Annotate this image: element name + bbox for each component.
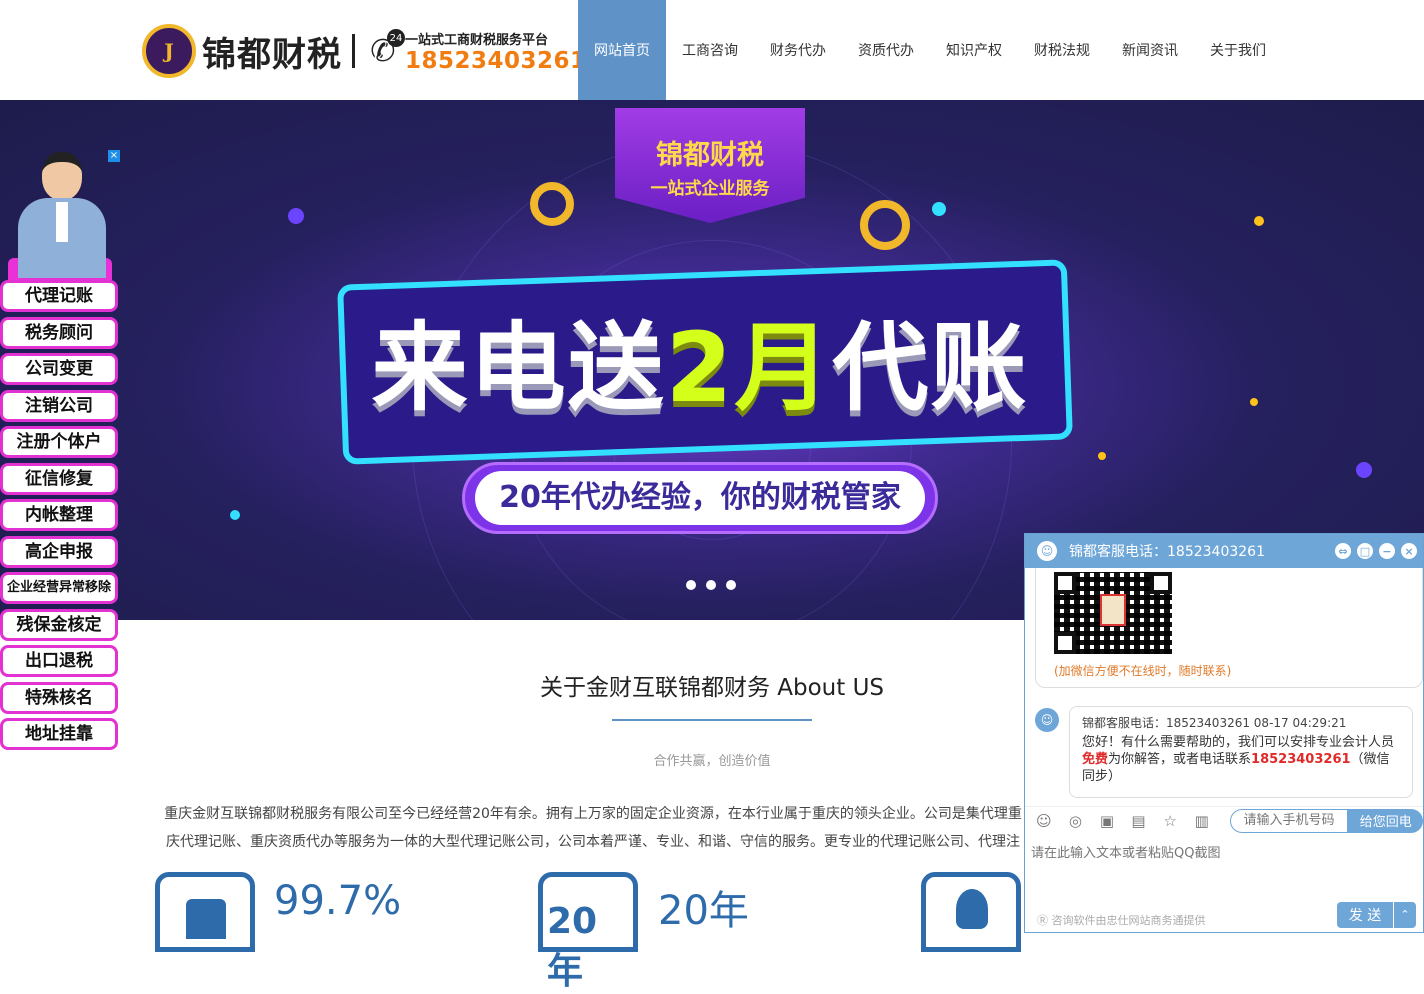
stat-years: 20年 — [658, 888, 749, 934]
message-meta: 锦都客服电话：18523403261 08-17 04:29:21 — [1082, 716, 1347, 730]
save-icon[interactable]: ▥ — [1191, 810, 1213, 832]
wechat-icon[interactable]: ◎ — [1065, 810, 1087, 832]
service-avatar-area: × — [0, 148, 122, 280]
float-item-bookkeeping[interactable]: 代理记账 — [0, 280, 118, 312]
chat-title: 锦都客服电话：18523403261 — [1069, 544, 1265, 560]
float-item-company-change[interactable]: 公司变更 — [0, 353, 118, 385]
headline-highlight: 2月 — [665, 312, 833, 424]
main-nav: 网站首页 工商咨询 财务代办 资质代办 知识产权 财税法规 新闻资讯 关于我们 — [578, 0, 1282, 100]
message-phone: 18523403261 — [1251, 752, 1351, 767]
float-item-anomaly-removal[interactable]: 企业经营异常移除 — [0, 572, 118, 604]
folder-icon[interactable]: ▤ — [1128, 810, 1150, 832]
star-icon[interactable]: ☆ — [1159, 810, 1181, 832]
spiral-decoration-icon — [530, 182, 574, 226]
agent-avatar-icon: ☺ — [1035, 708, 1059, 732]
qr-code-icon — [1054, 572, 1172, 654]
message-body: 您好！有什么需要帮助的，我们可以安排专业会计人员免费为你解答，或者电话联系185… — [1082, 735, 1395, 784]
spiral-decoration-icon — [860, 200, 910, 250]
logo-slogan: 一站式工商财税服务平台 18523403261 — [405, 29, 587, 74]
slogan-text: 一站式工商财税服务平台 — [405, 32, 549, 48]
chat-widget: ☺ 锦都客服电话：18523403261 ⇔ □ − × (加微信方便不在线时，… — [1024, 533, 1424, 933]
nav-finance-agency[interactable]: 财务代办 — [754, 0, 842, 100]
float-item-credit-repair[interactable]: 征信修复 — [0, 462, 118, 495]
confetti-dot — [932, 202, 946, 216]
ribbon-subtitle: 一站式企业服务 — [650, 178, 770, 199]
slider-dot[interactable] — [706, 580, 716, 590]
chat-message-input[interactable] — [1025, 836, 1423, 896]
about-description: 重庆金财互联锦都财税服务有限公司至今已经经营20年有余。拥有上万家的固定企业资源… — [164, 806, 1022, 850]
send-button[interactable]: 发 送 — [1337, 902, 1393, 928]
close-icon[interactable]: × — [108, 150, 120, 162]
free-highlight: 免费 — [1082, 752, 1109, 767]
nav-qualification-agency[interactable]: 资质代办 — [842, 0, 930, 100]
confetti-dot — [1254, 216, 1264, 226]
chat-toolbar: ☺ ◎ ▣ ▤ ☆ ▥ 给您回电 — [1025, 806, 1423, 834]
stat-satisfaction: 99.7% — [274, 878, 402, 924]
ribbon-title: 锦都财税 — [656, 139, 764, 171]
float-item-tax-advisor[interactable]: 税务顾问 — [0, 316, 118, 349]
confetti-dot — [1098, 452, 1106, 460]
provider-logo-icon: Ⓡ — [1037, 914, 1052, 927]
callback-button[interactable]: 给您回电 — [1348, 808, 1423, 833]
nav-business-consulting[interactable]: 工商咨询 — [666, 0, 754, 100]
float-item-individual-register[interactable]: 注册个体户 — [0, 426, 118, 458]
site-header: J 锦都财税 ✆ 24 一站式工商财税服务平台 18523403261 网站首页… — [0, 0, 1424, 100]
slider-dot[interactable] — [686, 580, 696, 590]
resize-icon[interactable]: ⇔ — [1335, 543, 1351, 559]
emoji-icon[interactable]: ☺ — [1033, 810, 1055, 832]
consultant-avatar — [18, 152, 106, 278]
float-item-internal-accounts[interactable]: 内帐整理 — [0, 499, 118, 531]
minimize-icon[interactable]: − — [1379, 543, 1395, 559]
slider-pagination — [686, 580, 736, 590]
confetti-dot — [1250, 398, 1258, 406]
subline-text: 20年代办经验，你的财税管家 — [475, 471, 925, 525]
nav-news[interactable]: 新闻资讯 — [1106, 0, 1194, 100]
chat-header[interactable]: ☺ 锦都客服电话：18523403261 ⇔ □ − × — [1025, 534, 1423, 568]
logo-name: 锦都财税 — [202, 34, 342, 75]
headline-part-3: 代账 — [832, 312, 1029, 424]
phone-icon: ✆ 24 — [365, 29, 405, 71]
confetti-dot — [288, 208, 304, 224]
headline-part-1: 来电送 — [371, 312, 666, 424]
qr-note: (加微信方便不在线时，随时联系) — [1054, 664, 1232, 678]
chevron-up-icon[interactable]: ⌃ — [1394, 902, 1416, 928]
maximize-icon[interactable]: □ — [1357, 543, 1373, 559]
image-icon[interactable]: ▣ — [1096, 810, 1118, 832]
confetti-dot — [230, 510, 240, 520]
wechat-qr-card: (加微信方便不在线时，随时联系) — [1035, 568, 1423, 688]
nav-tax-regulations[interactable]: 财税法规 — [1018, 0, 1106, 100]
20-years-icon: 20年 — [538, 872, 638, 992]
nav-intellectual-property[interactable]: 知识产权 — [930, 0, 1018, 100]
chat-window-controls: ⇔ □ − × — [1335, 543, 1423, 559]
20-years-icon-text: 20年 — [547, 901, 598, 992]
logo-seal-icon: J — [142, 24, 196, 78]
24h-badge: 24 — [387, 29, 405, 47]
float-item-high-tech-application[interactable]: 高企申报 — [0, 535, 118, 568]
nav-about[interactable]: 关于我们 — [1194, 0, 1282, 100]
person-icon — [921, 872, 1021, 952]
slider-dot[interactable] — [726, 580, 736, 590]
float-item-disability-fund[interactable]: 残保金核定 — [0, 608, 118, 641]
chat-message: 锦都客服电话：18523403261 08-17 04:29:21 您好！有什么… — [1069, 706, 1413, 798]
site-logo[interactable]: J 锦都财税 ✆ 24 一站式工商财税服务平台 18523403261 — [142, 24, 587, 78]
chat-service-icon: ☺ — [1037, 541, 1057, 561]
float-item-deregister[interactable]: 注销公司 — [0, 389, 118, 422]
chat-footer: Ⓡ 咨询软件由忠仕网站商务通提供 — [1037, 914, 1206, 927]
close-icon[interactable]: × — [1401, 543, 1417, 559]
banner-headline: 来电送2月代账 — [350, 290, 1050, 429]
confetti-dot — [1356, 462, 1372, 478]
header-phone: 18523403261 — [405, 47, 587, 74]
banner-subline: 20年代办经验，你的财税管家 — [462, 462, 938, 534]
logo-separator — [352, 34, 355, 68]
nav-home[interactable]: 网站首页 — [578, 0, 666, 100]
callback-phone-input[interactable] — [1230, 808, 1349, 833]
thumbs-up-icon — [155, 872, 255, 952]
about-divider — [612, 719, 812, 721]
float-item-address-registration[interactable]: 地址挂靠 — [0, 718, 118, 750]
floating-service-menu: × 代理记账 税务顾问 公司变更 注销公司 注册个体户 征信修复 内帐整理 高企… — [0, 148, 122, 755]
